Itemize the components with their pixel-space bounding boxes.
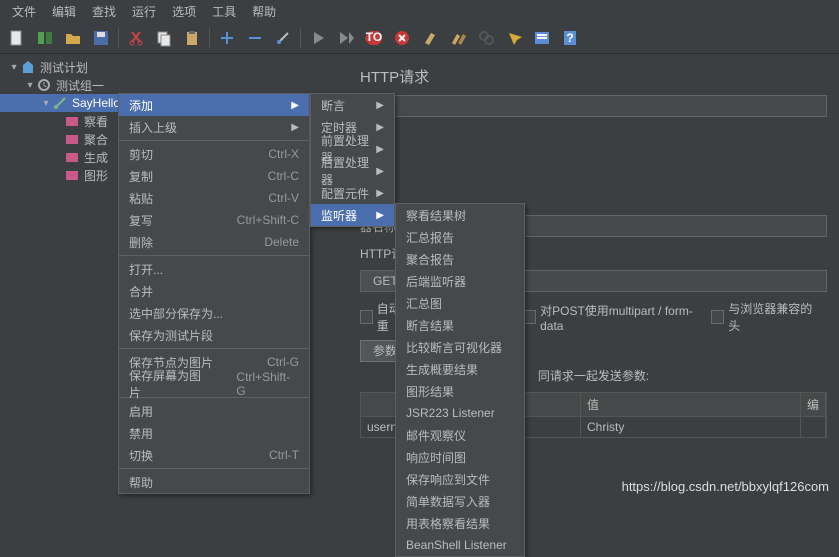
listener-item-3[interactable]: 后端监听器 (396, 270, 524, 292)
help-icon[interactable]: ? (557, 25, 583, 51)
name-field[interactable] (360, 95, 827, 117)
listener-item-8[interactable]: 图形结果 (396, 380, 524, 402)
search-icon[interactable] (473, 25, 499, 51)
listener-item-7[interactable]: 生成概要结果 (396, 358, 524, 380)
listener-item-1[interactable]: 汇总报告 (396, 226, 524, 248)
listener-item-10[interactable]: 邮件观察仪 (396, 424, 524, 446)
ctx-merge[interactable]: 合并 (119, 280, 309, 302)
menubar: 文件 编辑 查找 运行 选项 工具 帮助 (0, 0, 839, 22)
toggle-icon[interactable] (270, 25, 296, 51)
menu-edit[interactable]: 编辑 (44, 3, 84, 20)
cut-icon[interactable] (123, 25, 149, 51)
browser-checkbox[interactable]: 与浏览器兼容的头 (711, 300, 815, 334)
paste-icon[interactable] (179, 25, 205, 51)
submenu-add: 断言▶ 定时器▶ 前置处理器▶ 后置处理器▶ 配置元件▶ 监听器▶ (310, 93, 395, 227)
listener-item-6[interactable]: 比较断言可视化器 (396, 336, 524, 358)
tree-group[interactable]: ▾测试组一 (0, 76, 348, 94)
ctx-delete[interactable]: 删除Delete (119, 231, 309, 253)
menu-help[interactable]: 帮助 (244, 3, 284, 20)
svg-text:STOP: STOP (365, 30, 383, 44)
reset-search-icon[interactable] (501, 25, 527, 51)
save-icon[interactable] (88, 25, 114, 51)
context-menu: 添加▶ 插入上级▶ 剪切Ctrl-X 复制Ctrl-C 粘贴Ctrl-V 复写C… (118, 93, 310, 494)
open-icon[interactable] (60, 25, 86, 51)
ctx-insert[interactable]: 插入上级▶ (119, 116, 309, 138)
toolbar: STOP ? (0, 22, 839, 54)
listener-item-14[interactable]: 用表格察看结果 (396, 512, 524, 534)
svg-text:?: ? (566, 31, 573, 45)
menu-search[interactable]: 查找 (84, 3, 124, 20)
sub-config[interactable]: 配置元件▶ (311, 182, 394, 204)
menu-tools[interactable]: 工具 (204, 3, 244, 20)
stop-icon[interactable]: STOP (361, 25, 387, 51)
ctx-duplicate[interactable]: 复写Ctrl+Shift-C (119, 209, 309, 231)
ctx-save-screen-image[interactable]: 保存屏幕为图片Ctrl+Shift-G (119, 373, 309, 395)
ctx-paste[interactable]: 粘贴Ctrl-V (119, 187, 309, 209)
listener-item-2[interactable]: 聚合报告 (396, 248, 524, 270)
param-value-cell[interactable]: Christy (581, 417, 801, 437)
listener-item-5[interactable]: 断言结果 (396, 314, 524, 336)
ctx-toggle[interactable]: 切换Ctrl-T (119, 444, 309, 466)
submenu-listener: 察看结果树汇总报告聚合报告后端监听器汇总图断言结果比较断言可视化器生成概要结果图… (395, 203, 525, 557)
ctx-help[interactable]: 帮助 (119, 471, 309, 493)
menu-run[interactable]: 运行 (124, 3, 164, 20)
ctx-enable[interactable]: 启用 (119, 400, 309, 422)
templates-icon[interactable] (32, 25, 58, 51)
copy-icon[interactable] (151, 25, 177, 51)
menu-options[interactable]: 选项 (164, 3, 204, 20)
ctx-open[interactable]: 打开... (119, 258, 309, 280)
page-title: HTTP请求 (360, 66, 827, 87)
listener-item-11[interactable]: 响应时间图 (396, 446, 524, 468)
expand-icon[interactable] (214, 25, 240, 51)
watermark: https://blog.csdn.net/bbxylqf126com (622, 479, 829, 494)
listener-item-12[interactable]: 保存响应到文件 (396, 468, 524, 490)
sub-listener[interactable]: 监听器▶ (311, 204, 394, 226)
tree-root[interactable]: ▾测试计划 (0, 58, 348, 76)
ctx-save-fragment[interactable]: 保存为测试片段 (119, 324, 309, 346)
function-icon[interactable] (529, 25, 555, 51)
clear-icon[interactable] (417, 25, 443, 51)
ctx-disable[interactable]: 禁用 (119, 422, 309, 444)
start-no-timers-icon[interactable] (333, 25, 359, 51)
multipart-checkbox[interactable]: 对POST使用multipart / form-data (523, 302, 699, 333)
listener-item-9[interactable]: JSR223 Listener (396, 402, 524, 424)
shutdown-icon[interactable] (389, 25, 415, 51)
ctx-cut[interactable]: 剪切Ctrl-X (119, 143, 309, 165)
clear-all-icon[interactable] (445, 25, 471, 51)
ctx-save-selection[interactable]: 选中部分保存为... (119, 302, 309, 324)
listener-item-4[interactable]: 汇总图 (396, 292, 524, 314)
ctx-add[interactable]: 添加▶ (119, 94, 309, 116)
sub-postprocessor[interactable]: 后置处理器▶ (311, 160, 394, 182)
listener-item-15[interactable]: BeanShell Listener (396, 534, 524, 556)
menu-file[interactable]: 文件 (4, 3, 44, 20)
new-icon[interactable] (4, 25, 30, 51)
listener-item-0[interactable]: 察看结果树 (396, 204, 524, 226)
collapse-icon[interactable] (242, 25, 268, 51)
ctx-copy[interactable]: 复制Ctrl-C (119, 165, 309, 187)
sub-assertion[interactable]: 断言▶ (311, 94, 394, 116)
start-icon[interactable] (305, 25, 331, 51)
listener-item-13[interactable]: 简单数据写入器 (396, 490, 524, 512)
